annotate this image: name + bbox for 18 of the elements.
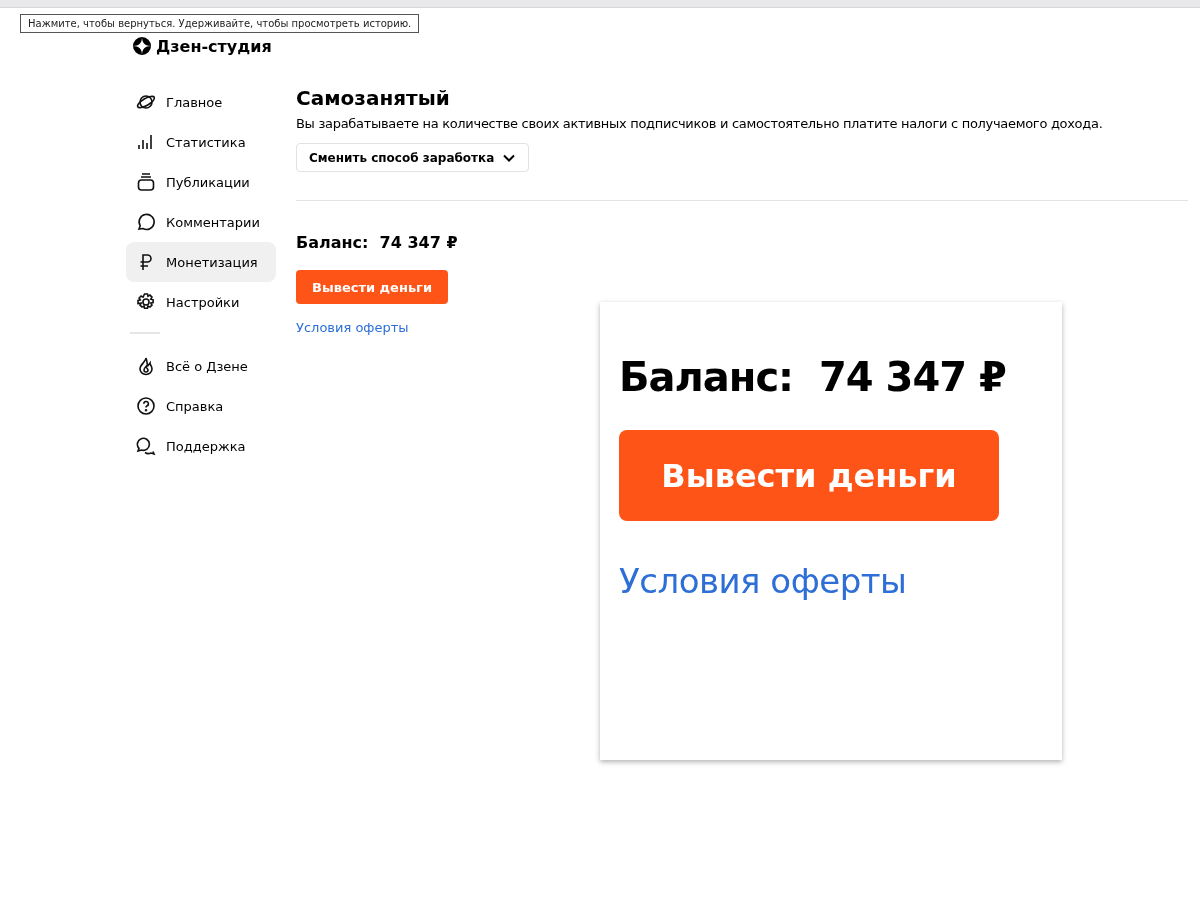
sidebar-item[interactable]: Публикации: [126, 162, 276, 202]
description: Вы зарабатываете на количестве своих активных подписчиков и самостоятельно платите налоги с получаемого дохода.: [296, 116, 1103, 131]
sidebar-item[interactable]: Комментарии: [126, 202, 276, 242]
sidebar-item[interactable]: Поддержка: [126, 426, 276, 466]
sidebar-item[interactable]: Статистика: [126, 122, 276, 162]
logo-text: Дзен-студия: [156, 36, 272, 56]
sidebar-item[interactable]: Всё о Дзене: [126, 346, 276, 386]
section-title: Самозанятый: [296, 86, 450, 110]
change-method-button[interactable]: Сменить способ заработка: [296, 143, 530, 172]
sidebar-item[interactable]: Монетизация: [126, 242, 276, 282]
tooltip: Нажмите, чтобы вернуться. Удерживайте, чтобы просмотреть историю.: [20, 14, 420, 33]
sidebar-item[interactable]: Настройки: [126, 282, 276, 322]
balance-text: Баланс: 74 347 ₽: [619, 354, 1006, 400]
offer-link[interactable]: Условия оферты: [619, 561, 907, 601]
sidebar-item[interactable]: Справка: [126, 386, 276, 426]
balance-text: Баланс: 74 347 ₽: [296, 233, 458, 252]
sidebar-item[interactable]: Главное: [126, 82, 276, 122]
offer-link[interactable]: Условия оферты: [296, 320, 409, 335]
